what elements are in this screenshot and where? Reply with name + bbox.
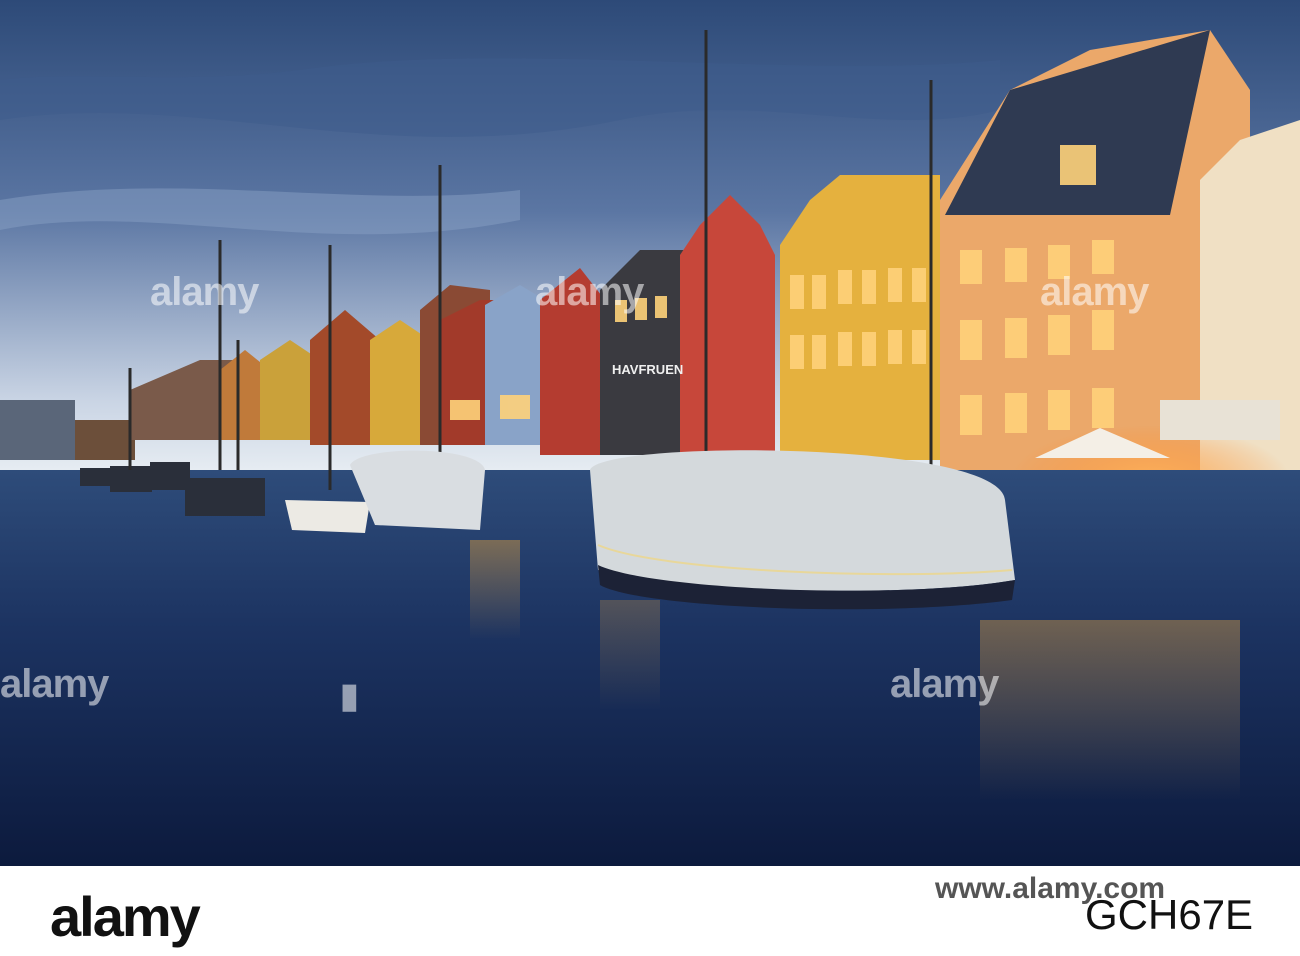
covered-boat [590,450,1015,591]
water-reflection [980,620,1240,800]
white-boat [285,500,370,533]
havfruen-sign: HAVFRUEN [612,362,683,377]
canal-scene: HAVFRUEN [0,0,1300,866]
photo: HAVFRUEN [0,0,1300,866]
watermark-mark: ▮ [340,677,359,715]
watermark: alamy [150,270,259,314]
watermark: alamy [535,270,644,314]
image-id: GCH67E [1085,891,1254,938]
distant-building [0,400,75,460]
watermark: alamy [1040,270,1149,314]
alamy-logo: alamy [50,885,201,948]
footer: alamy www.alamy.com GCH67E [0,866,1300,956]
water-reflection [470,540,520,640]
distant-building [75,420,135,460]
watermark: alamy [0,662,109,706]
watermark: alamy [890,662,999,706]
cafe-awning [1160,400,1280,440]
water-reflection [600,600,660,710]
